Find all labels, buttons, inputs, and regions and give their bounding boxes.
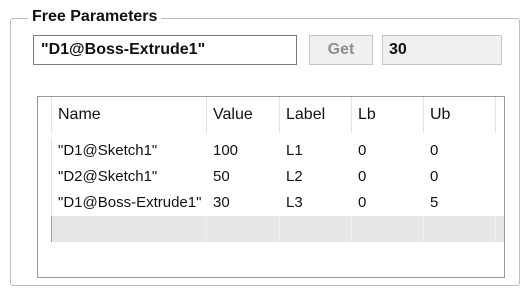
cell-label[interactable]: L2 [280, 164, 352, 190]
parameters-table[interactable]: Name Value Label Lb Ub "D1@Sketch1" 100 … [37, 96, 505, 278]
column-header-value[interactable]: Value [207, 97, 280, 133]
cell-ub[interactable] [424, 216, 496, 242]
row-selector[interactable] [38, 138, 52, 164]
column-header-name[interactable]: Name [52, 97, 207, 133]
column-header-filler [496, 97, 504, 133]
table-row[interactable]: "D1@Sketch1" 100 L1 0 0 [38, 138, 504, 164]
row-header-corner [38, 97, 52, 133]
cell-name[interactable]: "D1@Boss-Extrude1" [52, 190, 207, 216]
column-header-label[interactable]: Label [280, 97, 352, 133]
parameter-value-field: 30 [382, 35, 502, 65]
cell-ub[interactable]: 0 [424, 164, 496, 190]
cell-value[interactable] [207, 216, 280, 242]
cell-ub[interactable]: 5 [424, 190, 496, 216]
cell-lb[interactable]: 0 [352, 164, 424, 190]
cell-lb[interactable]: 0 [352, 190, 424, 216]
row-selector[interactable] [38, 164, 52, 190]
cell-lb[interactable] [352, 216, 424, 242]
group-title: Free Parameters [28, 7, 162, 27]
cell-name[interactable]: "D2@Sketch1" [52, 164, 207, 190]
get-button[interactable]: Get [309, 35, 373, 65]
new-row-placeholder[interactable] [38, 216, 504, 242]
cell-ub[interactable]: 0 [424, 138, 496, 164]
column-header-ub[interactable]: Ub [424, 97, 496, 133]
cell-name[interactable] [52, 216, 207, 242]
row-selector[interactable] [38, 190, 52, 216]
cell-lb[interactable]: 0 [352, 138, 424, 164]
row-selector[interactable] [38, 216, 52, 242]
column-header-lb[interactable]: Lb [352, 97, 424, 133]
cell-label[interactable] [280, 216, 352, 242]
cell-label[interactable]: L1 [280, 138, 352, 164]
cell-name[interactable]: "D1@Sketch1" [52, 138, 207, 164]
table-row[interactable]: "D1@Boss-Extrude1" 30 L3 0 5 [38, 190, 504, 216]
cell-value[interactable]: 50 [207, 164, 280, 190]
cell-value[interactable]: 100 [207, 138, 280, 164]
cell-label[interactable]: L3 [280, 190, 352, 216]
parameter-name-input[interactable]: "D1@Boss-Extrude1" [33, 35, 297, 65]
table-header: Name Value Label Lb Ub [38, 97, 504, 133]
table-row[interactable]: "D2@Sketch1" 50 L2 0 0 [38, 164, 504, 190]
cell-value[interactable]: 30 [207, 190, 280, 216]
